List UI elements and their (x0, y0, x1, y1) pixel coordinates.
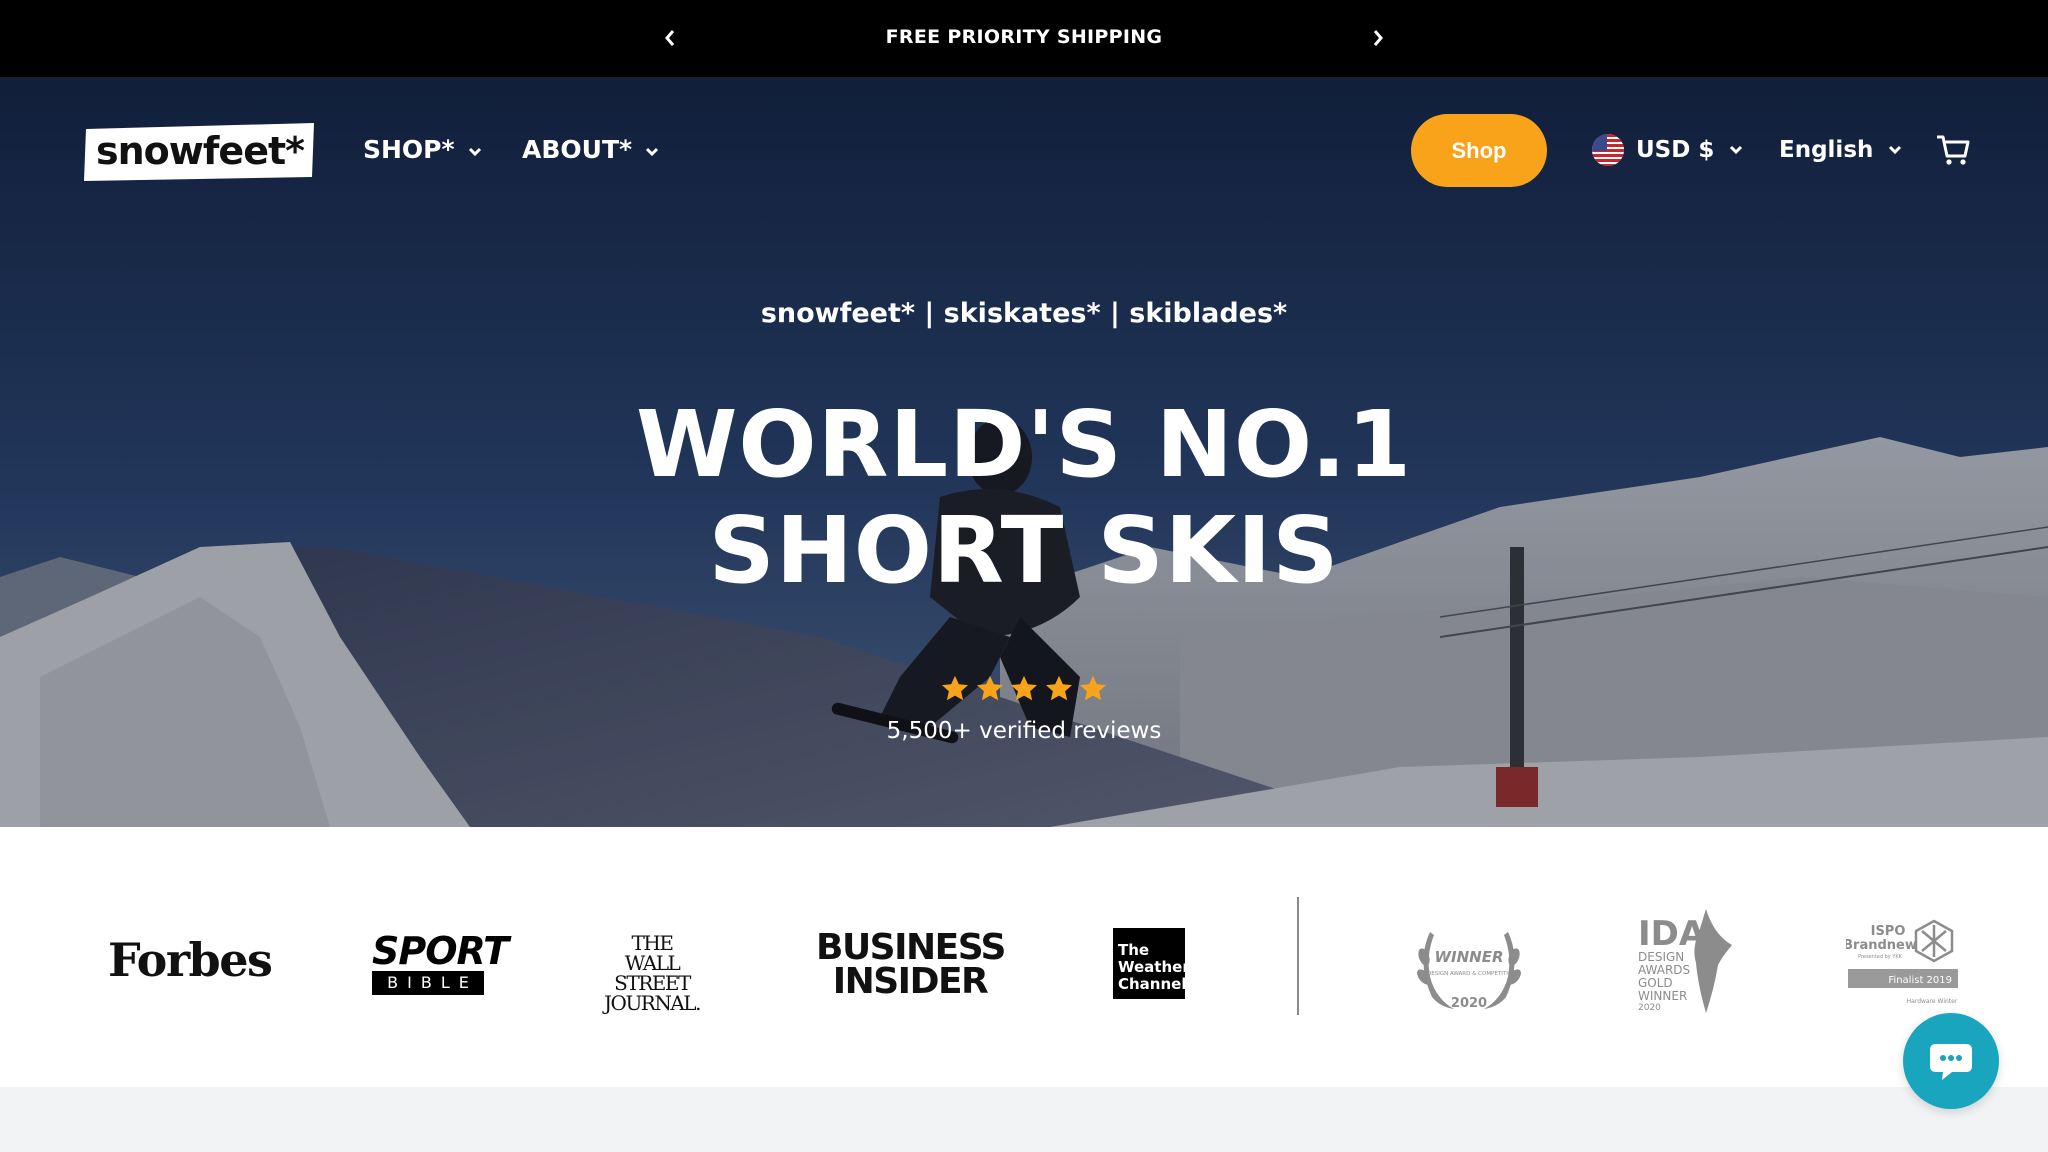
hero-headline-line1: WORLD'S NO.1 (635, 391, 1413, 498)
star-icon (1080, 675, 1106, 701)
weather-line1: The (1118, 941, 1150, 959)
wsj-line3: JOURNAL. (604, 991, 701, 1015)
reviews-count: 5,500+ verified reviews (886, 718, 1162, 744)
award1-sub: A'DESIGN AWARD & COMPETITION (1422, 971, 1517, 977)
chevron-down-icon (1889, 145, 1902, 155)
rating-stars (940, 674, 1108, 708)
award3-title1: ISPO (1871, 924, 1906, 939)
award1-year: 2020 (1451, 996, 1487, 1011)
wsj-line2: WALL STREET (614, 951, 691, 995)
site-header: snowfeet* SHOP* ABOUT* Shop USD $ Englis… (0, 77, 2048, 222)
currency-label: USD $ (1636, 137, 1715, 163)
award2-line3: GOLD (1638, 976, 1673, 990)
chevron-down-icon (646, 147, 659, 157)
hero-headline-line2: SHORT SKIS (708, 497, 1340, 604)
shop-button[interactable]: Shop (1411, 114, 1547, 187)
award3-title2: Brandnew (1846, 938, 1917, 953)
award2-line5: 2020 (1638, 1003, 1661, 1013)
language-label: English (1779, 137, 1874, 163)
star-icon (1045, 675, 1072, 701)
announcement-text: FREE PRIORITY SHIPPING (885, 26, 1163, 48)
hero-headline: WORLD'S NO.1 SHORT SKIS (0, 392, 2048, 604)
currency-selector[interactable]: USD $ (1592, 130, 1744, 170)
award3-badge: Finalist 2019 (1888, 975, 1952, 986)
award2-line4: WINNER (1638, 989, 1687, 1003)
adesign-award-logo: WINNER A'DESIGN AWARD & COMPETITION 2020 (1417, 932, 1521, 1011)
nav-shop[interactable]: SHOP* (363, 129, 483, 169)
sportbible-top: SPORT (372, 929, 509, 973)
logo-text: snowfeet* (96, 129, 305, 173)
award3-sub: Presented by YKK (1858, 954, 1903, 960)
us-flag-icon (1592, 134, 1624, 166)
ispo-brandnew-logo: ISPO Brandnew Presented by YKK Finalist … (1846, 919, 1958, 1005)
language-selector[interactable]: English (1779, 130, 1903, 170)
press-logos-band: Forbes SPORT BIBLE THE WALL STREET JOURN… (0, 827, 2048, 1087)
chevron-down-icon (1730, 145, 1743, 155)
hero-tagline: snowfeet* | skiskates* | skiblades* (760, 298, 1288, 329)
forbes-logo: Forbes (108, 933, 273, 987)
press-divider (1297, 897, 1299, 1015)
announcement-bar: FREE PRIORITY SHIPPING (0, 0, 2048, 77)
wsj-logo: THE WALL STREET JOURNAL. (596, 933, 708, 1013)
ida-award-logo: IDA DESIGN AWARDS GOLD WINNER 2020 (1638, 909, 1732, 1013)
ispo-emblem-icon (1914, 919, 1954, 963)
award2-line1: DESIGN (1638, 950, 1684, 964)
star-icon (1011, 675, 1037, 701)
chat-launcher-button[interactable] (1903, 1013, 1999, 1109)
chat-bubble-icon (1930, 1044, 1972, 1080)
nav-shop-label: SHOP* (363, 134, 455, 164)
sportbible-bottom: BIBLE (372, 971, 484, 995)
star-icon (976, 675, 1003, 701)
weather-channel-logo: The Weather Channel (1113, 928, 1190, 999)
award2-title: IDA (1638, 914, 1706, 954)
bi-line1: BUSINESS (816, 927, 1006, 968)
cart-icon (1937, 135, 1970, 165)
business-insider-logo: BUSINESS INSIDER (816, 927, 1006, 1002)
weather-line3: Channel (1118, 975, 1187, 993)
star-icon (942, 675, 968, 701)
nav-about-label: ABOUT* (522, 134, 633, 164)
logo[interactable]: snowfeet* (84, 123, 316, 181)
wsj-line1: THE (631, 931, 674, 955)
weather-line2: Weather (1118, 958, 1190, 976)
chevron-right-icon (1373, 30, 1383, 46)
announcement-next-button[interactable] (1362, 22, 1394, 54)
award1-title: WINNER (1434, 948, 1503, 966)
award2-line2: AWARDS (1638, 963, 1690, 977)
cart-button[interactable] (1935, 132, 1971, 168)
nav-about[interactable]: ABOUT* (522, 129, 660, 169)
chevron-down-icon (468, 147, 481, 157)
sportbible-logo: SPORT BIBLE (372, 929, 509, 995)
bi-line2: INSIDER (832, 961, 989, 1002)
award3-cat: Hardware Winter (1907, 998, 1958, 1005)
